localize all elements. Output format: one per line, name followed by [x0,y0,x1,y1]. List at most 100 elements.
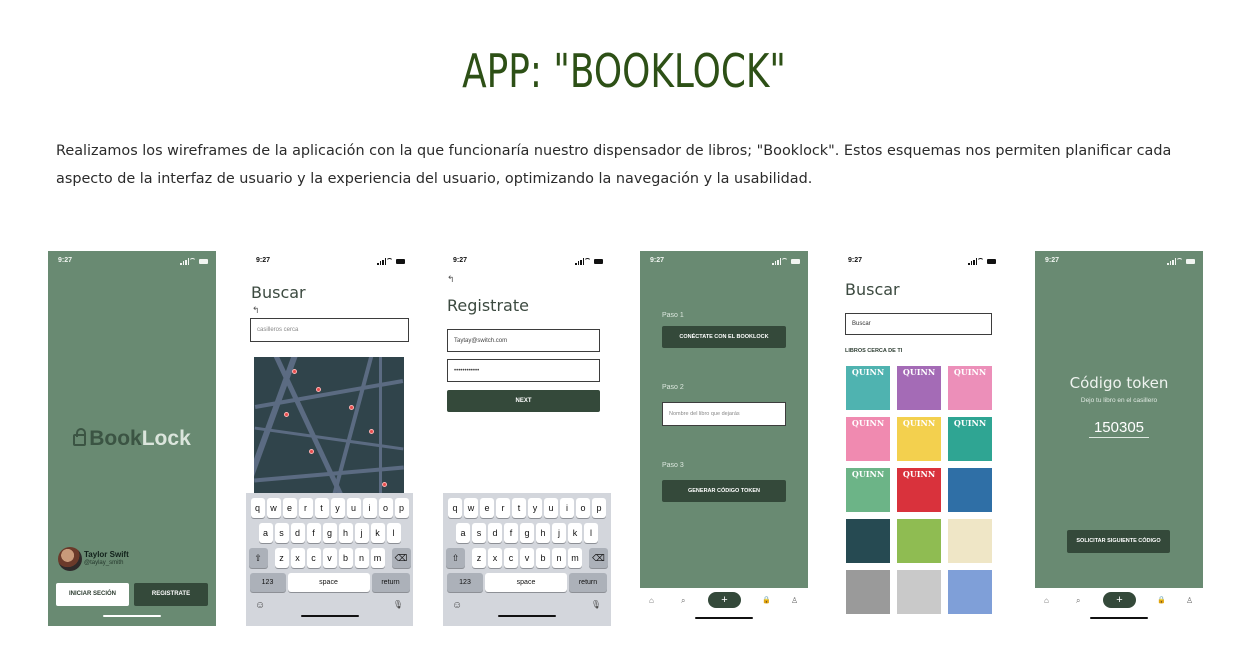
numbers-key[interactable]: 123 [447,573,483,592]
book-cover[interactable]: QUINN [896,365,942,411]
key-m[interactable]: m [370,548,385,568]
key-d[interactable]: d [488,523,502,543]
key-t[interactable]: t [314,498,329,518]
book-cover[interactable] [947,569,993,615]
emoji-icon[interactable]: ☺ [452,600,462,611]
key-t[interactable]: t [512,498,526,518]
key-f[interactable]: f [306,523,321,543]
home-icon[interactable]: ⌂ [649,596,654,605]
register-button[interactable]: REGISTRATE [134,583,208,606]
key-s[interactable]: s [274,523,289,543]
key-g[interactable]: g [520,523,534,543]
locker-search-input[interactable]: casilleros cerca [250,318,409,342]
key-y[interactable]: y [528,498,542,518]
book-cover[interactable] [896,518,942,564]
home-icon[interactable]: ⌂ [1044,596,1049,605]
key-z[interactable]: z [274,548,289,568]
key-c[interactable]: c [306,548,321,568]
user-icon[interactable]: ♙ [791,596,798,605]
key-j[interactable]: j [552,523,566,543]
add-button[interactable]: + [1103,592,1136,608]
key-l[interactable]: l [386,523,401,543]
key-b[interactable]: b [536,548,550,568]
next-code-button[interactable]: SOLICITAR SIGUIENTE CÓDIGO [1067,530,1170,553]
key-f[interactable]: f [504,523,518,543]
locker-pin[interactable] [284,412,289,417]
user-icon[interactable]: ♙ [1186,596,1193,605]
lock-nav-icon[interactable]: 🔒 [762,596,771,604]
key-u[interactable]: u [346,498,361,518]
key-v[interactable]: v [322,548,337,568]
key-a[interactable]: a [258,523,273,543]
key-k[interactable]: k [370,523,385,543]
key-r[interactable]: r [298,498,313,518]
book-cover[interactable]: QUINN [845,416,891,462]
search-icon[interactable]: ⌕ [1076,596,1080,606]
book-cover[interactable]: QUINN [896,416,942,462]
back-arrow-icon[interactable]: ↰ [252,305,260,316]
locker-pin[interactable] [382,482,387,487]
book-search-input[interactable]: Buscar [845,313,992,335]
book-cover[interactable]: QUINN [947,416,993,462]
book-cover[interactable] [947,467,993,513]
space-key[interactable]: space [485,573,567,592]
key-n[interactable]: n [354,548,369,568]
key-l[interactable]: l [584,523,598,543]
lock-nav-icon[interactable]: 🔒 [1157,596,1166,604]
book-cover[interactable]: QUINN [947,365,993,411]
key-n[interactable]: n [552,548,566,568]
locker-map[interactable] [254,357,404,497]
book-name-input[interactable]: Nombre del libro que dejarás [662,402,786,426]
key-g[interactable]: g [322,523,337,543]
book-cover[interactable] [845,518,891,564]
key-v[interactable]: v [520,548,534,568]
locker-pin[interactable] [349,405,354,410]
key-w[interactable]: w [266,498,281,518]
locker-pin[interactable] [369,429,374,434]
book-cover[interactable]: QUINN [845,365,891,411]
mic-icon[interactable]: 🎙 [393,600,403,609]
home-indicator[interactable] [1090,616,1148,619]
key-o[interactable]: o [378,498,393,518]
key-x[interactable]: x [290,548,305,568]
key-h[interactable]: h [338,523,353,543]
emoji-icon[interactable]: ☺ [255,600,265,611]
locker-pin[interactable] [292,369,297,374]
book-cover[interactable] [947,518,993,564]
email-field[interactable]: Taytay@switch.com [447,329,600,352]
connect-booklock-button[interactable]: CONÉCTATE CON EL BOOKLOCK [662,326,786,348]
key-b[interactable]: b [338,548,353,568]
key-e[interactable]: e [282,498,297,518]
backspace-key[interactable]: ⌫ [589,548,608,568]
numbers-key[interactable]: 123 [249,573,286,592]
key-d[interactable]: d [290,523,305,543]
generate-token-button[interactable]: GENERAR CÓDIGO TOKEN [662,480,786,502]
mic-icon[interactable]: 🎙 [591,600,601,609]
back-arrow-icon[interactable]: ↰ [447,274,455,285]
key-h[interactable]: h [536,523,550,543]
login-button[interactable]: INICIAR SECIÓN [56,583,129,606]
key-w[interactable]: w [464,498,478,518]
space-key[interactable]: space [287,573,370,592]
key-s[interactable]: s [472,523,486,543]
return-key[interactable]: return [569,573,607,592]
add-button[interactable]: + [708,592,741,608]
return-key[interactable]: return [371,573,410,592]
next-button[interactable]: NEXT [447,390,600,412]
key-c[interactable]: c [504,548,518,568]
home-indicator[interactable] [695,616,753,619]
key-x[interactable]: x [488,548,502,568]
key-k[interactable]: k [568,523,582,543]
key-q[interactable]: q [250,498,265,518]
key-u[interactable]: u [544,498,558,518]
home-indicator[interactable] [103,614,161,617]
key-q[interactable]: q [448,498,462,518]
shift-key[interactable]: ⇧ [248,548,268,568]
key-j[interactable]: j [354,523,369,543]
backspace-key[interactable]: ⌫ [391,548,411,568]
search-icon[interactable]: ⌕ [681,596,685,606]
book-cover[interactable] [845,569,891,615]
shift-key[interactable]: ⇧ [446,548,465,568]
book-cover[interactable]: QUINN [845,467,891,513]
key-p[interactable]: p [394,498,409,518]
